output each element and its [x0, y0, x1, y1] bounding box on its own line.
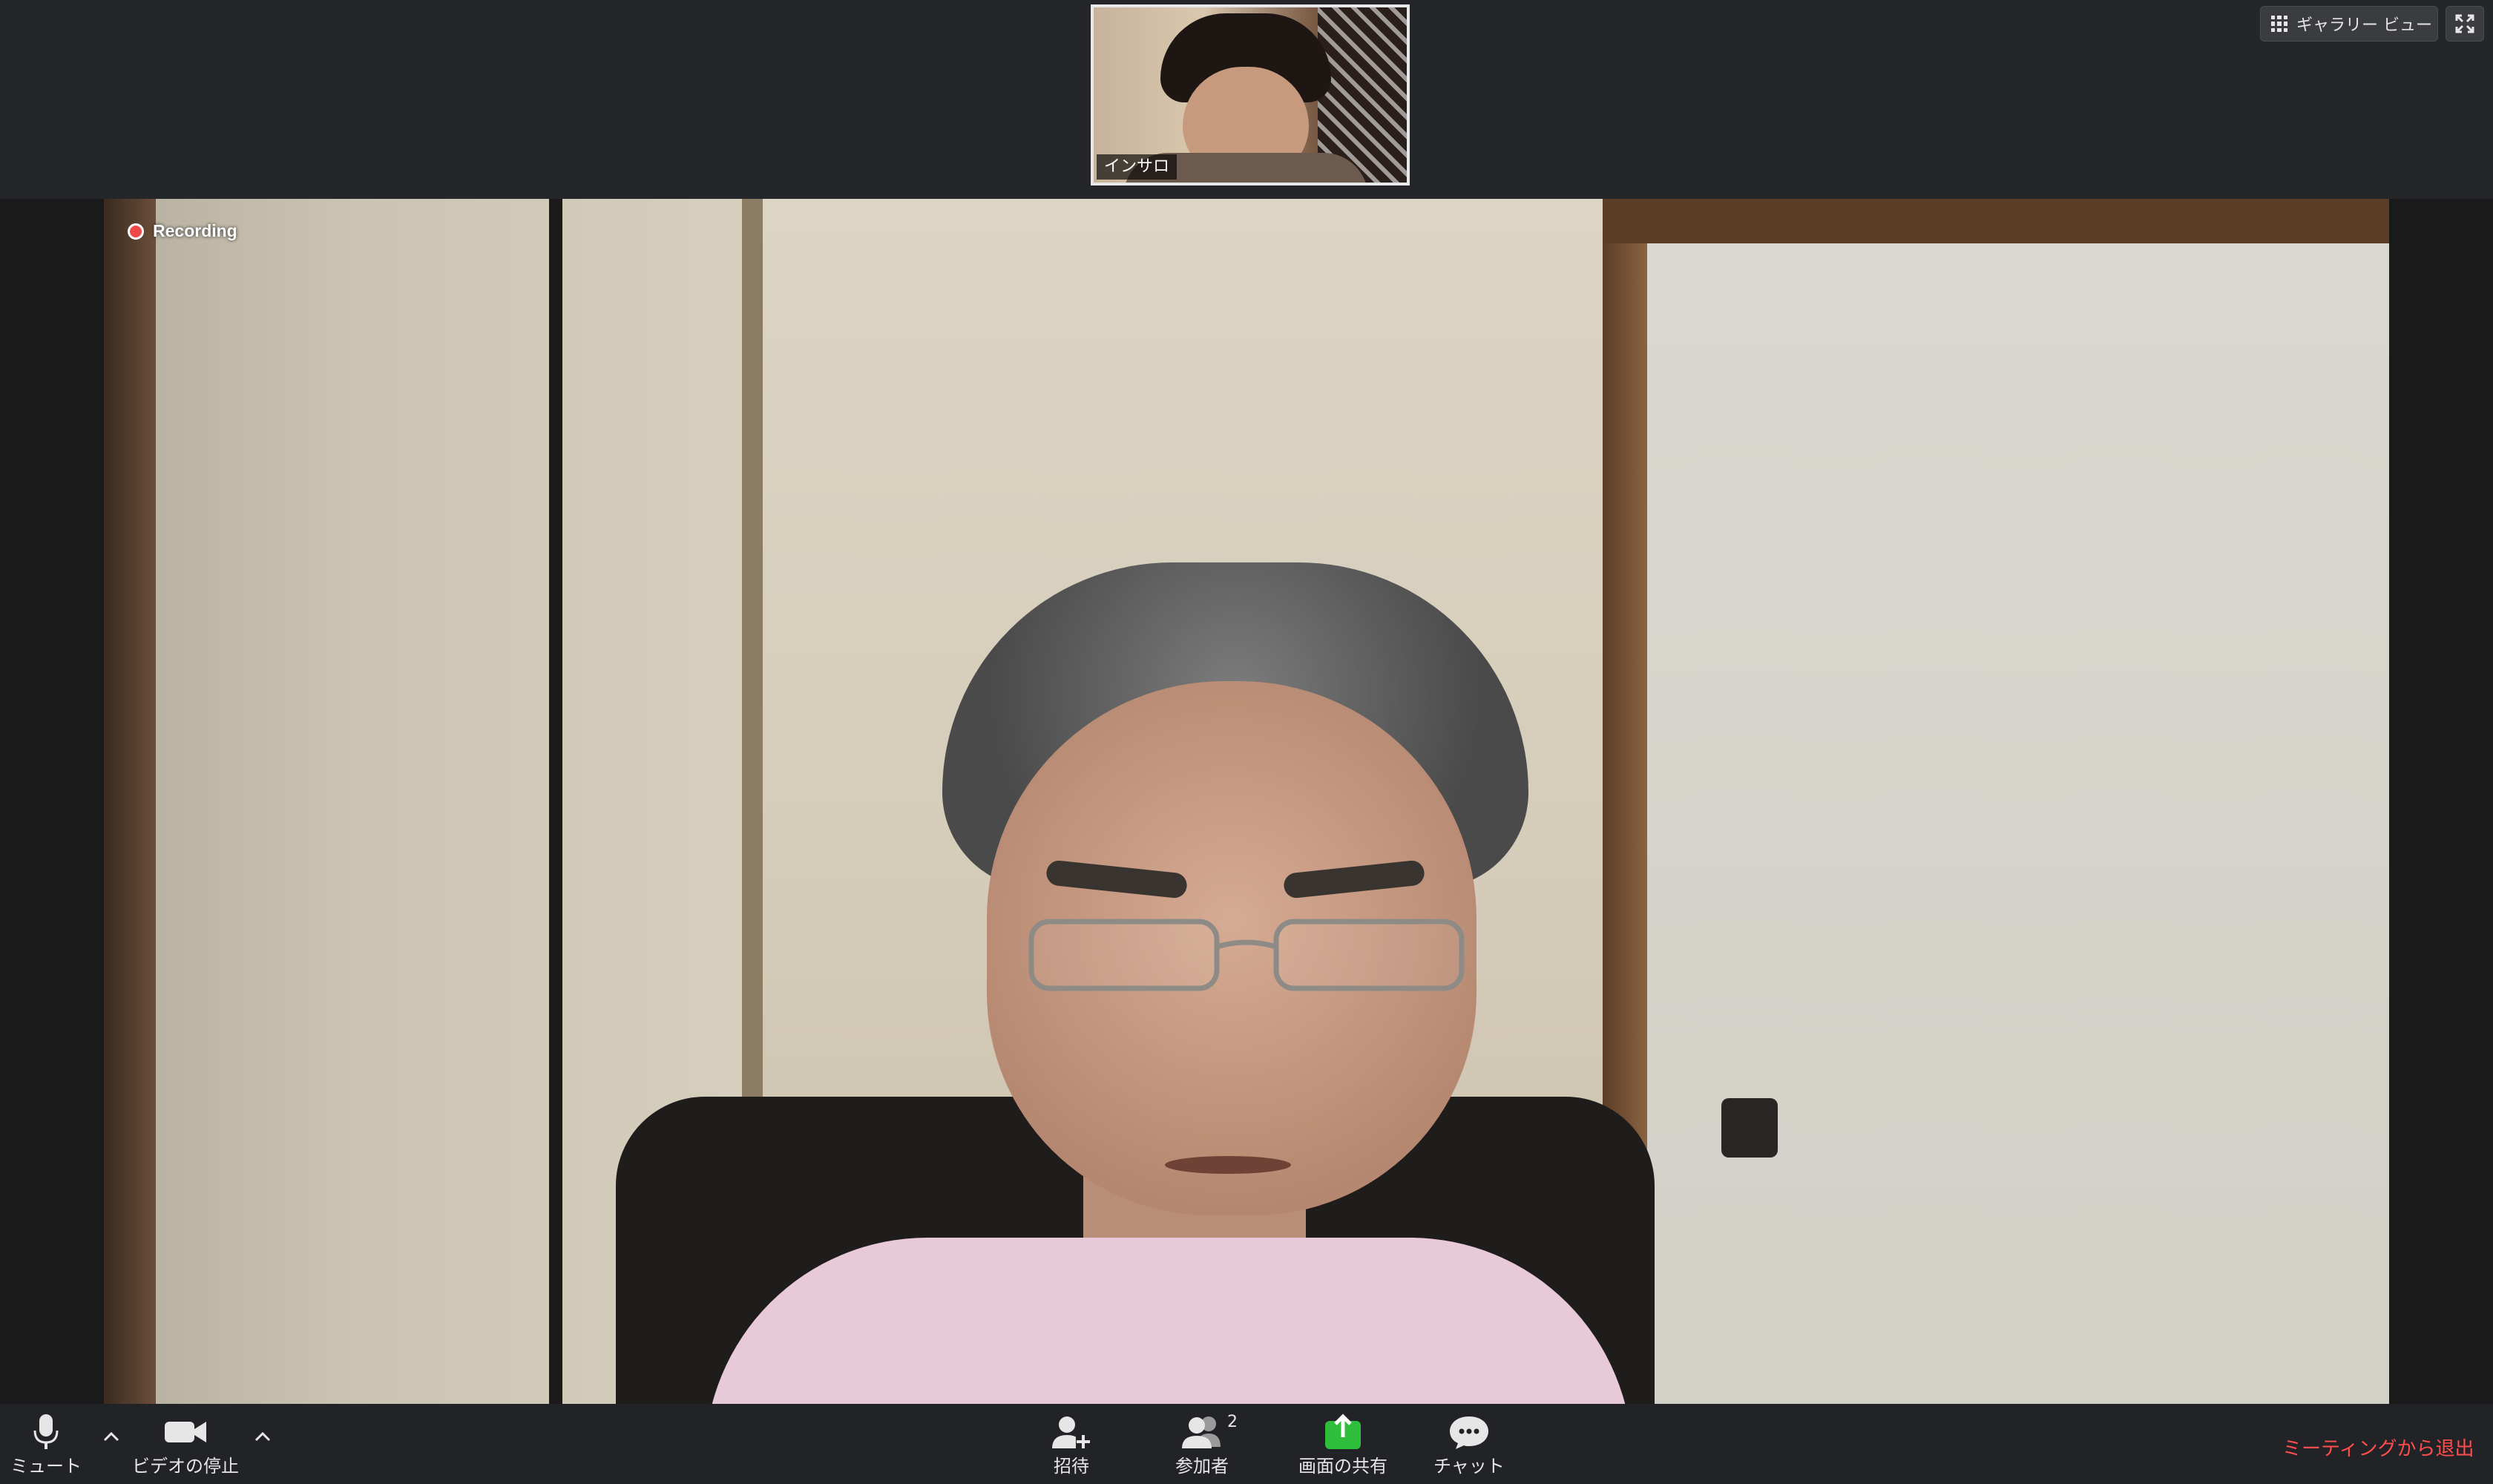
- microphone-icon: [33, 1411, 59, 1453]
- speaker-shirt: [705, 1238, 1632, 1404]
- recording-label: Recording: [153, 221, 237, 240]
- speaker-glasses: [1028, 919, 1465, 991]
- recording-dot-icon: [128, 223, 144, 240]
- mute-label: ミュート: [10, 1456, 82, 1477]
- share-screen-icon: [1322, 1411, 1364, 1453]
- participants-count-badge: 2: [1227, 1413, 1238, 1431]
- mute-button[interactable]: ミュート: [10, 1411, 82, 1477]
- video-sliding-door: [1647, 243, 2389, 1404]
- chat-label: チャット: [1433, 1456, 1505, 1477]
- stop-video-label: ビデオの停止: [132, 1456, 239, 1477]
- fullscreen-icon: [2455, 14, 2474, 33]
- video-camera-icon: [163, 1411, 208, 1453]
- chat-button[interactable]: チャット: [1433, 1411, 1505, 1477]
- stop-video-button[interactable]: ビデオの停止: [132, 1411, 239, 1477]
- chat-bubble-icon: [1448, 1411, 1490, 1453]
- meeting-toolbar: ミュート ビデオの停止 招待 参加者 2 画面の共有 チャット ミーティングから…: [0, 1404, 2493, 1484]
- invite-button[interactable]: 招待: [1051, 1411, 1092, 1477]
- gallery-view-label: ギャラリー ビュー: [2296, 16, 2432, 35]
- audio-options-caret[interactable]: [96, 1422, 126, 1451]
- top-strip: インサロ ギャラリー ビュー: [0, 0, 2493, 199]
- fullscreen-button[interactable]: [2446, 6, 2484, 42]
- participants-button[interactable]: 参加者: [1175, 1411, 1229, 1477]
- video-pillar: [104, 199, 156, 1404]
- share-screen-label: 画面の共有: [1298, 1456, 1387, 1477]
- share-screen-button[interactable]: 画面の共有: [1298, 1411, 1387, 1477]
- grid-icon: [2271, 16, 2287, 32]
- gallery-view-button[interactable]: ギャラリー ビュー: [2260, 6, 2438, 42]
- video-door-lintel: [1603, 199, 2389, 243]
- participant-name-label: インサロ: [1097, 154, 1177, 180]
- video-pillar-line: [549, 199, 562, 1404]
- recording-indicator: Recording: [128, 221, 237, 241]
- chevron-up-icon: [254, 1431, 271, 1442]
- active-speaker-video: Recording: [104, 199, 2389, 1404]
- zoom-meeting-window: インサロ ギャラリー ビュー Recording ミュート ビデオの停止 招待 …: [0, 0, 2493, 1484]
- video-door-pull: [1721, 1098, 1778, 1158]
- participants-label: 参加者: [1175, 1456, 1229, 1477]
- leave-meeting-button[interactable]: ミーティングから退出: [2282, 1434, 2474, 1461]
- invite-label: 招待: [1054, 1456, 1089, 1477]
- add-user-icon: [1051, 1411, 1092, 1453]
- chevron-up-icon: [103, 1431, 119, 1442]
- speaker-mouth: [1165, 1156, 1291, 1174]
- video-options-caret[interactable]: [248, 1422, 277, 1451]
- participants-icon: [1179, 1411, 1225, 1453]
- participant-thumbnail[interactable]: インサロ: [1091, 4, 1410, 186]
